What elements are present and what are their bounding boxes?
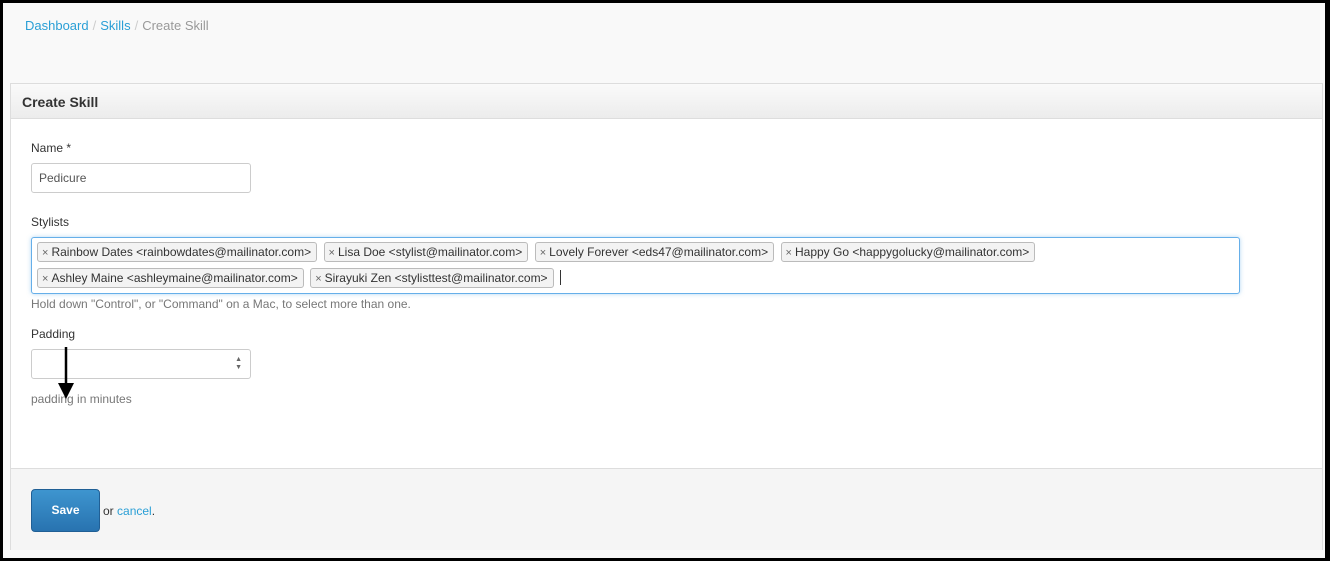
page: Dashboard / Skills / Create Skill Create Ski… — [3, 3, 1325, 558]
cancel-link[interactable]: cancel — [117, 504, 152, 518]
padding-label: Padding — [31, 327, 76, 341]
stylist-chip-label: Ashley Maine <ashleymaine@mailinator.com… — [51, 271, 298, 285]
breadcrumb-skills[interactable]: Skills — [100, 18, 130, 33]
stylist-chip: × Ashley Maine <ashleymaine@mailinator.co… — [37, 268, 304, 288]
down-arrow-icon — [58, 347, 74, 399]
form-actions: Save or cancel. — [11, 468, 1322, 550]
stylist-chip: × Sirayuki Zen <stylisttest@mailinator.co… — [310, 268, 554, 288]
stylists-help-text: Hold down "Control", or "Command" on a M… — [31, 297, 411, 311]
stylist-chip-label: Happy Go <happygolucky@mailinator.com> — [794, 245, 1030, 259]
period-text: . — [151, 504, 156, 518]
remove-chip-icon[interactable]: × — [329, 247, 335, 259]
or-text: or — [103, 504, 114, 518]
stylists-multiselect[interactable]: × Rainbow Dates <rainbowdates@mailinator.… — [31, 237, 1240, 294]
or-cancel-text: or cancel. — [103, 504, 155, 518]
stylists-label: Stylists — [31, 215, 70, 229]
breadcrumb-dashboard[interactable]: Dashboard — [25, 18, 89, 33]
remove-chip-icon[interactable]: × — [42, 247, 48, 259]
text-caret — [559, 270, 561, 285]
name-label: Name * — [31, 141, 72, 155]
breadcrumb-separator: / — [92, 18, 97, 33]
stylist-chip: × Lisa Doe <stylist@mailinator.com> — [323, 242, 529, 262]
breadcrumb-current: Create Skill — [142, 18, 209, 33]
remove-chip-icon[interactable]: × — [42, 273, 48, 285]
stylist-chip-label: Lisa Doe <stylist@mailinator.com> — [337, 245, 523, 259]
remove-chip-icon[interactable]: × — [540, 247, 546, 259]
stylist-chip-label: Rainbow Dates <rainbowdates@mailinator.c… — [51, 245, 312, 259]
padding-help-text: padding in minutes — [31, 392, 132, 406]
breadcrumb: Dashboard / Skills / Create Skill — [25, 18, 209, 33]
stylist-chip: × Happy Go <happygolucky@mailinator.com> — [780, 242, 1036, 262]
name-input[interactable]: Pedicure — [31, 163, 251, 193]
spinner-arrows-icon[interactable]: ▲ ▼ — [235, 356, 242, 372]
breadcrumb-separator: / — [134, 18, 139, 33]
create-skill-panel: Create Skill Name * Pedicure Stylists × R… — [10, 83, 1323, 550]
stylist-chip-label: Lovely Forever <eds47@mailinator.com> — [549, 245, 769, 259]
stylist-chip: × Lovely Forever <eds47@mailinator.com> — [534, 242, 775, 262]
save-button[interactable]: Save — [31, 489, 100, 532]
panel-title: Create Skill — [11, 84, 1322, 119]
stylist-chip: × Rainbow Dates <rainbowdates@mailinator.… — [37, 242, 318, 262]
stylist-chip-label: Sirayuki Zen <stylisttest@mailinator.com… — [324, 271, 548, 285]
remove-chip-icon[interactable]: × — [315, 273, 321, 285]
remove-chip-icon[interactable]: × — [786, 247, 792, 259]
